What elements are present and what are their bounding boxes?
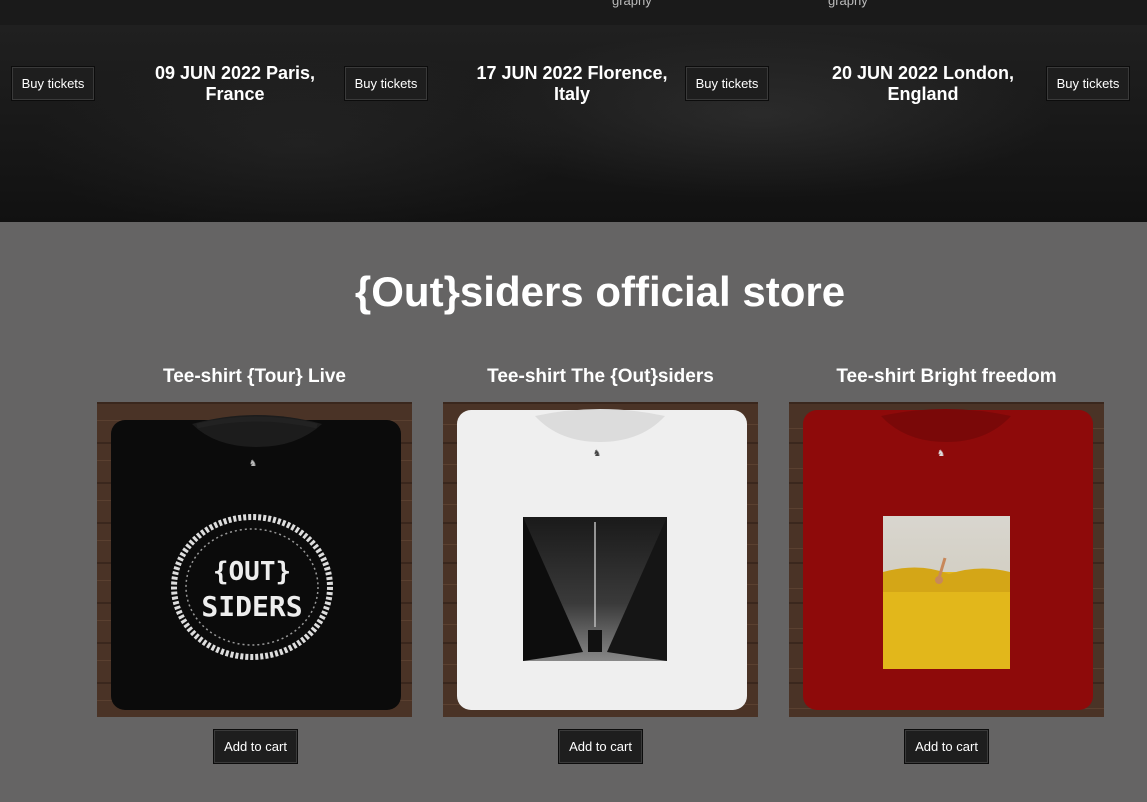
product-title[interactable]: Tee-shirt The {Out}siders bbox=[443, 366, 758, 388]
buy-tickets-button[interactable]: Buy tickets bbox=[12, 67, 94, 100]
product-title[interactable]: Tee-shirt Bright freedom bbox=[789, 366, 1104, 388]
buy-tickets-button[interactable]: Buy tickets bbox=[1047, 67, 1129, 100]
buy-tickets-button[interactable]: Buy tickets bbox=[686, 67, 768, 100]
svg-text:♞: ♞ bbox=[249, 459, 257, 469]
print-text-top: {OUT} bbox=[213, 557, 291, 587]
store-title: {Out}siders official store bbox=[354, 268, 846, 315]
product-image-red-tee[interactable]: ♞ bbox=[789, 402, 1104, 717]
tour-date-london: 20 JUN 2022 London, England bbox=[831, 63, 1015, 104]
nav-link-partial[interactable]: graphy bbox=[612, 0, 652, 8]
product-title[interactable]: Tee-shirt {Tour} Live bbox=[97, 366, 412, 388]
buy-tickets-button[interactable]: Buy tickets bbox=[345, 67, 427, 100]
top-nav-bar: graphy graphy bbox=[0, 0, 1147, 25]
add-to-cart-button[interactable]: Add to cart bbox=[905, 730, 988, 763]
add-to-cart-button[interactable]: Add to cart bbox=[559, 730, 642, 763]
tour-date-florence: 17 JUN 2022 Florence, Italy bbox=[476, 63, 668, 104]
product-image-black-tee[interactable]: ♞ {OUT} SIDERS bbox=[97, 402, 412, 717]
svg-text:♞: ♞ bbox=[593, 449, 601, 459]
tour-dates-section: Buy tickets 09 JUN 2022 Paris, France Bu… bbox=[0, 25, 1147, 222]
svg-text:♞: ♞ bbox=[937, 449, 945, 459]
add-to-cart-button[interactable]: Add to cart bbox=[214, 730, 297, 763]
nav-link-partial[interactable]: graphy bbox=[828, 0, 868, 8]
print-text-bottom: SIDERS bbox=[201, 590, 302, 623]
product-image-white-tee[interactable]: ♞ bbox=[443, 402, 758, 717]
tour-date-paris: 09 JUN 2022 Paris, France bbox=[154, 63, 316, 104]
